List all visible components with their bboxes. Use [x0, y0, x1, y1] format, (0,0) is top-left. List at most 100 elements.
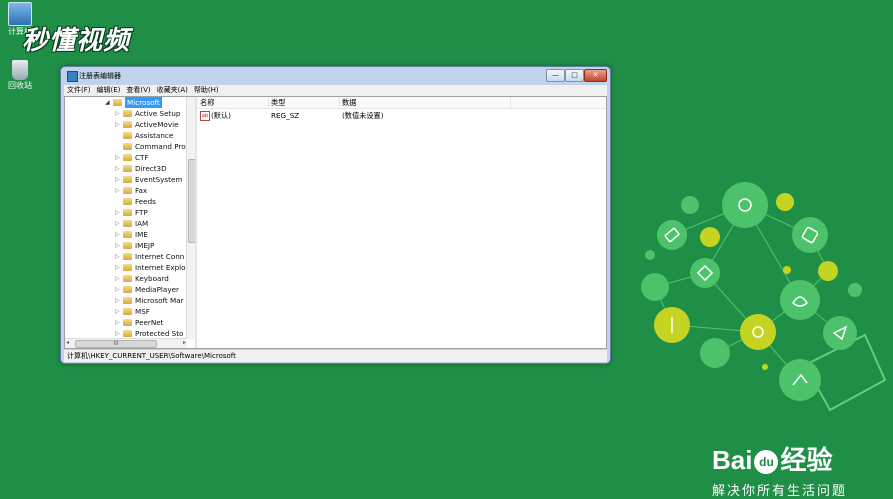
tree-node[interactable]: ▷ Keyboard: [65, 273, 187, 284]
column-data[interactable]: 数据: [339, 97, 511, 108]
expand-arrow-icon[interactable]: ▷: [115, 295, 120, 306]
recycle-bin-icon: [12, 60, 28, 80]
tree-node[interactable]: ▷ IMEJP: [65, 240, 187, 251]
folder-icon: [123, 286, 132, 293]
menu-edit[interactable]: 编辑(E): [97, 85, 121, 96]
logo-text-left: Bai: [712, 445, 753, 475]
tree-node[interactable]: ▷ Direct3D: [65, 163, 187, 174]
registry-editor-window: 注册表编辑器 — □ ✕ 文件(F) 编辑(E) 查看(V) 收藏夹(A) 帮助…: [60, 66, 611, 364]
folder-icon: [123, 187, 132, 194]
node-circle: [700, 338, 730, 368]
expand-arrow-icon[interactable]: ▷: [115, 262, 120, 273]
folder-icon: [123, 231, 132, 238]
menu-view[interactable]: 查看(V): [126, 85, 150, 96]
tree-node[interactable]: Assistance: [65, 130, 187, 141]
expand-arrow-icon[interactable]: ▷: [115, 306, 120, 317]
tree-node[interactable]: Feeds: [65, 196, 187, 207]
tree-node-label: Internet Conn: [135, 252, 185, 261]
accent-circle: [776, 193, 794, 211]
tree-node-label: Command Pro: [135, 142, 186, 151]
tree-node-label: IMEJP: [135, 241, 155, 250]
close-button[interactable]: ✕: [584, 69, 607, 82]
maximize-button[interactable]: □: [565, 69, 584, 82]
tree-node-label: Microsoft Mar: [135, 296, 184, 305]
expand-arrow-icon[interactable]: ▷: [115, 317, 120, 328]
expand-arrow-icon[interactable]: ▷: [115, 163, 120, 174]
tree-node[interactable]: ▷ Internet Conn: [65, 251, 187, 262]
client-area: ◢ Microsoft ▷ Active Setup ▷ ActiveMovie Ass…: [64, 96, 607, 349]
tree-node[interactable]: ▷ MediaPlayer: [65, 284, 187, 295]
tree-vertical-scrollbar[interactable]: [186, 97, 195, 339]
accent-circle: [762, 364, 768, 370]
tree-node[interactable]: ▷ MSF: [65, 306, 187, 317]
expand-arrow-icon[interactable]: ▷: [115, 207, 120, 218]
folder-icon: [123, 154, 132, 161]
tree-node[interactable]: Command Pro: [65, 141, 187, 152]
folder-icon: [123, 308, 132, 315]
string-value-icon: ab: [200, 111, 210, 121]
expand-arrow-icon[interactable]: ▷: [115, 251, 120, 262]
folder-icon: [123, 297, 132, 304]
folder-icon: [123, 275, 132, 282]
tree-horizontal-scrollbar[interactable]: ◂ III ▸: [65, 338, 187, 348]
tree-node-label: Microsoft: [125, 97, 162, 108]
tree-node-microsoft[interactable]: ◢ Microsoft: [65, 97, 187, 108]
tree-node[interactable]: ▷ Fax: [65, 185, 187, 196]
tree-node-label: MediaPlayer: [135, 285, 179, 294]
minimize-button[interactable]: —: [546, 69, 565, 82]
folder-icon: [123, 176, 132, 183]
tree-node[interactable]: ▷ Microsoft Mar: [65, 295, 187, 306]
expand-arrow-icon[interactable]: ▷: [115, 185, 120, 196]
tree-node-label: IME: [135, 230, 148, 239]
tree-node[interactable]: ▷ IAM: [65, 218, 187, 229]
node-circle: [690, 258, 720, 288]
tree-node-label: CTF: [135, 153, 149, 162]
tree-node[interactable]: ▷ FTP: [65, 207, 187, 218]
folder-icon: [113, 99, 122, 106]
expand-arrow-icon[interactable]: ▷: [115, 273, 120, 284]
menu-help[interactable]: 帮助(H): [194, 85, 219, 96]
scroll-left-icon[interactable]: ◂: [66, 339, 69, 346]
brand-logo: 秒懂视频: [22, 26, 131, 56]
scroll-right-icon[interactable]: ▸: [183, 339, 186, 346]
tree-node[interactable]: ▷ Active Setup: [65, 108, 187, 119]
expand-arrow-icon[interactable]: ▷: [115, 108, 120, 119]
tree-node[interactable]: ▷ CTF: [65, 152, 187, 163]
expand-arrow-icon[interactable]: ▷: [115, 229, 120, 240]
tree-node[interactable]: ▷ ActiveMovie: [65, 119, 187, 130]
tree-node[interactable]: ▷ IME: [65, 229, 187, 240]
column-name[interactable]: 名称: [197, 97, 269, 108]
scroll-thumb[interactable]: III: [75, 340, 157, 348]
scroll-thumb[interactable]: [188, 159, 195, 243]
folder-icon: [123, 220, 132, 227]
expanded-arrow-icon[interactable]: ◢: [105, 97, 110, 108]
accent-circle: [783, 266, 791, 274]
expand-arrow-icon[interactable]: ▷: [115, 119, 120, 130]
values-pane: 名称 类型 数据 ab (默认) REG_SZ (数值未设置): [197, 97, 606, 348]
title-bar[interactable]: 注册表编辑器 — □ ✕: [61, 67, 610, 85]
tree-node-label: ActiveMovie: [135, 120, 179, 129]
expand-arrow-icon[interactable]: ▷: [115, 152, 120, 163]
folder-icon: [123, 110, 132, 117]
folder-icon: [123, 132, 132, 139]
tree-node-label: Fax: [135, 186, 148, 195]
tree-node[interactable]: ▷ EventSystem: [65, 174, 187, 185]
tree-node-label: FTP: [135, 208, 148, 217]
tree-node-label: Feeds: [135, 197, 156, 206]
expand-arrow-icon[interactable]: ▷: [115, 218, 120, 229]
regedit-icon: [67, 71, 78, 82]
lightbulb-graphic: [641, 182, 887, 412]
status-bar: 计算机\HKEY_CURRENT_USER\Software\Microsoft: [64, 350, 607, 362]
folder-icon: [123, 165, 132, 172]
menu-file[interactable]: 文件(F): [67, 85, 91, 96]
column-type[interactable]: 类型: [268, 97, 340, 108]
paw-icon: du: [754, 450, 779, 475]
expand-arrow-icon[interactable]: ▷: [115, 174, 120, 185]
desktop-icon-recycle-bin[interactable]: 回收站: [0, 60, 40, 91]
expand-arrow-icon[interactable]: ▷: [115, 284, 120, 295]
tree-node[interactable]: ▷ PeerNet: [65, 317, 187, 328]
tree-node[interactable]: ▷ Internet Explo: [65, 262, 187, 273]
expand-arrow-icon[interactable]: ▷: [115, 240, 120, 251]
table-row[interactable]: ab (默认) REG_SZ (数值未设置): [197, 110, 606, 121]
menu-favorites[interactable]: 收藏夹(A): [157, 85, 188, 96]
